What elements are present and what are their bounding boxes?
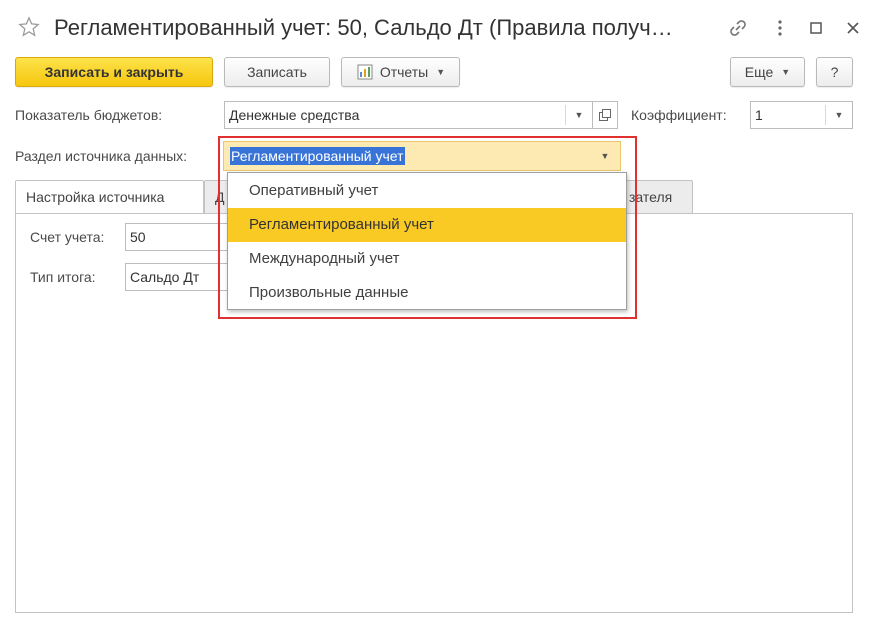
coefficient-label: Коэффициент:: [631, 107, 727, 123]
chevron-down-icon[interactable]: ▼: [566, 102, 592, 128]
favorite-star-icon[interactable]: [18, 16, 40, 38]
chevron-down-icon: ▼: [781, 67, 791, 77]
chevron-down-icon: ▼: [436, 67, 446, 77]
window-title: Регламентированный учет: 50, Сальдо Дт (…: [54, 15, 673, 40]
dropdown-option-operational[interactable]: Оперативный учет: [228, 174, 626, 208]
budget-indicator-label: Показатель бюджетов:: [15, 107, 163, 123]
dropdown-option-regulated[interactable]: Регламентированный учет: [228, 208, 626, 242]
coefficient-value: 1: [755, 107, 763, 123]
help-button[interactable]: ?: [816, 57, 853, 87]
account-value: 50: [130, 229, 146, 245]
total-type-label: Тип итога:: [30, 269, 96, 285]
chevron-down-icon[interactable]: ▼: [590, 142, 620, 170]
reports-button[interactable]: Отчеты ▼: [341, 57, 460, 87]
budget-indicator-field[interactable]: Денежные средства ▼: [224, 101, 593, 129]
save-button[interactable]: Записать: [224, 57, 330, 87]
maximize-icon[interactable]: [804, 16, 828, 40]
save-and-close-button[interactable]: Записать и закрыть: [15, 57, 213, 87]
budget-indicator-value: Денежные средства: [229, 107, 360, 123]
more-actions-label: Еще: [744, 64, 774, 80]
dropdown-option-international[interactable]: Международный учет: [228, 242, 626, 276]
close-icon[interactable]: [841, 16, 865, 40]
data-source-value: Регламентированный учет: [230, 147, 405, 165]
more-icon[interactable]: [768, 16, 792, 40]
more-actions-button[interactable]: Еще ▼: [730, 57, 805, 87]
reports-icon: [357, 64, 373, 80]
reports-label: Отчеты: [379, 64, 429, 80]
link-icon[interactable]: [726, 16, 750, 40]
coefficient-field[interactable]: 1 ▼: [750, 101, 853, 129]
tab-source-settings[interactable]: Настройка источника: [15, 180, 204, 214]
open-window-icon: [599, 109, 611, 121]
data-source-label: Раздел источника данных:: [15, 148, 188, 164]
open-budget-indicator-button[interactable]: [592, 101, 618, 129]
data-source-dropdown-list: Оперативный учет Регламентированный учет…: [227, 172, 627, 310]
data-source-field[interactable]: Регламентированный учет ▼: [223, 141, 621, 171]
account-label: Счет учета:: [30, 229, 105, 245]
total-type-value: Сальдо Дт: [130, 269, 200, 285]
dropdown-option-custom[interactable]: Произвольные данные: [228, 276, 626, 310]
chevron-down-icon[interactable]: ▼: [826, 102, 852, 128]
